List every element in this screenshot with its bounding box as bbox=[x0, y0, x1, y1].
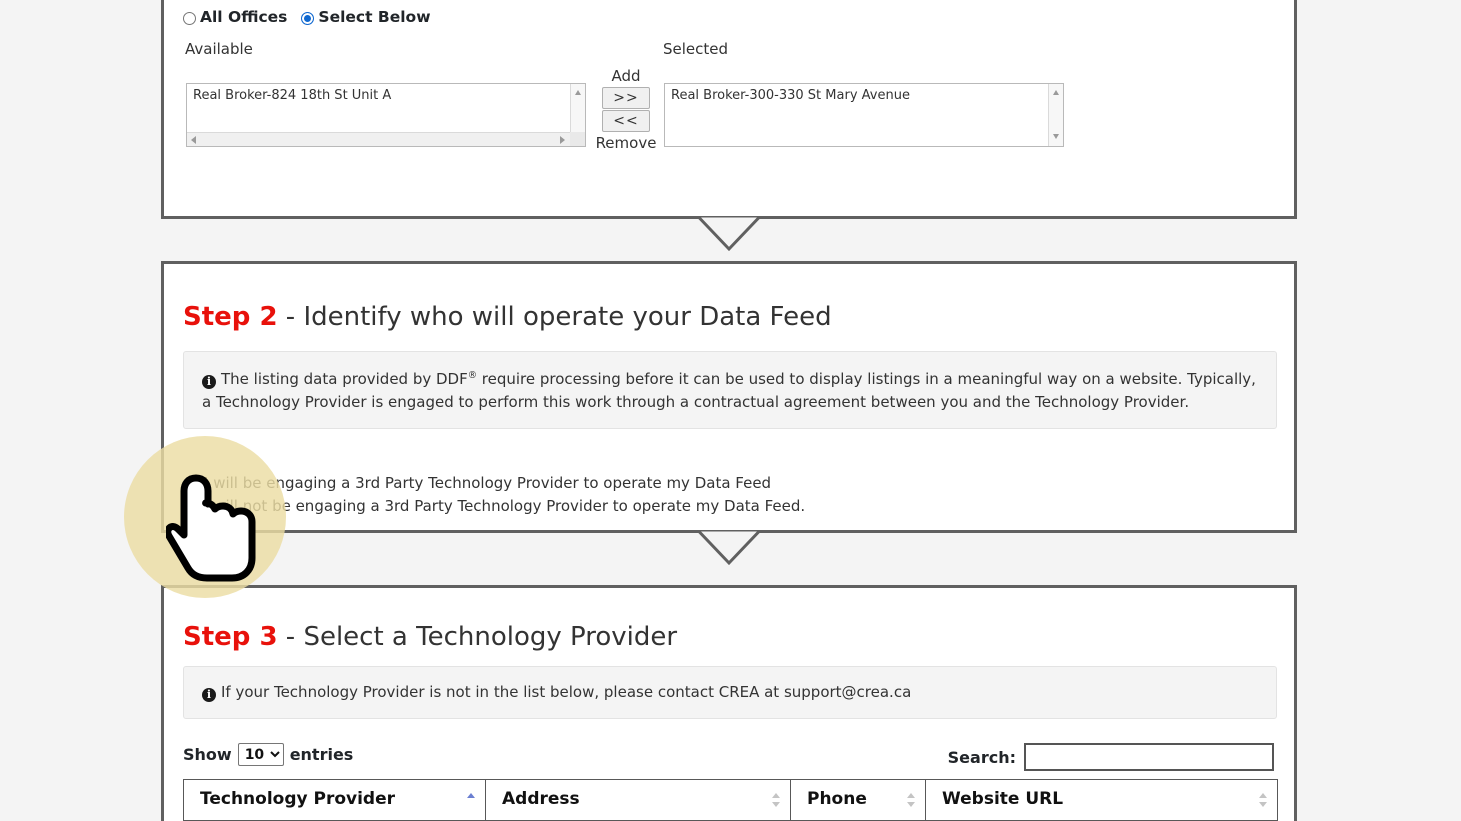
step-3-panel: Step 3 - Select a Technology Provider iI… bbox=[161, 585, 1297, 821]
radio-engage-provider[interactable] bbox=[184, 477, 197, 491]
info-icon: i bbox=[202, 688, 216, 702]
column-header-address[interactable]: Address bbox=[485, 779, 791, 821]
radio-no-provider[interactable] bbox=[184, 500, 197, 514]
scrollbar-corner bbox=[570, 132, 585, 146]
entries-label: entries bbox=[289, 745, 354, 764]
step-3-heading: Step 3 - Select a Technology Provider bbox=[183, 622, 677, 652]
step-2-heading: Step 2 - Identify who will operate your … bbox=[183, 302, 832, 332]
selected-offices-listbox[interactable]: Real Broker-300-330 St Mary Avenue bbox=[664, 83, 1064, 147]
step-2-info-box: i The listing data provided by DDF® requi… bbox=[183, 351, 1277, 429]
available-list-label: Available bbox=[185, 40, 253, 58]
radio-select-below[interactable] bbox=[301, 11, 315, 25]
step-1-panel: All Offices Select Below Available Selec… bbox=[161, 0, 1297, 219]
sort-ascending-icon bbox=[467, 792, 476, 808]
step-connector-chevron-1 bbox=[693, 216, 765, 252]
step-2-number: Step 2 bbox=[183, 302, 278, 332]
table-length-control: Show 10 entries bbox=[183, 743, 353, 766]
provider-choice-yes[interactable]: I will be engaging a 3rd Party Technolog… bbox=[184, 474, 771, 492]
office-scope-radio-group: All Offices Select Below bbox=[183, 8, 445, 26]
selected-list-label: Selected bbox=[663, 40, 729, 58]
table-search-control: Search: bbox=[948, 743, 1274, 771]
step-3-title: - Select a Technology Provider bbox=[277, 622, 678, 652]
column-label: Technology Provider bbox=[200, 789, 396, 809]
entries-per-page-select[interactable]: 10 bbox=[237, 743, 284, 766]
column-header-technology-provider[interactable]: Technology Provider bbox=[183, 779, 486, 821]
column-header-phone[interactable]: Phone bbox=[790, 779, 926, 821]
search-input[interactable] bbox=[1024, 743, 1274, 771]
technology-provider-table: Technology Provider Address Phone Websit… bbox=[183, 779, 1278, 821]
transfer-controls: Add >> << Remove bbox=[594, 66, 658, 153]
sort-toggle-icon bbox=[1259, 792, 1268, 808]
step-2-panel: Step 2 - Identify who will operate your … bbox=[161, 261, 1297, 533]
column-label: Phone bbox=[807, 789, 867, 809]
page-root: All Offices Select Below Available Selec… bbox=[0, 0, 1461, 821]
column-header-website-url[interactable]: Website URL bbox=[925, 779, 1278, 821]
add-button[interactable]: >> bbox=[602, 87, 650, 109]
list-item[interactable]: Real Broker-824 18th St Unit A bbox=[187, 84, 585, 103]
scroll-down-icon[interactable] bbox=[1049, 130, 1063, 144]
show-label: Show bbox=[183, 745, 232, 764]
step-2-title: - Identify who will operate your Data Fe… bbox=[277, 302, 832, 332]
radio-all-offices-label: All Offices bbox=[200, 8, 288, 26]
scroll-right-icon[interactable] bbox=[560, 136, 565, 144]
scroll-up-icon[interactable] bbox=[1049, 86, 1063, 100]
selected-vertical-scrollbar[interactable] bbox=[1048, 84, 1063, 146]
remove-button[interactable]: << bbox=[602, 110, 650, 132]
list-item[interactable]: Real Broker-300-330 St Mary Avenue bbox=[665, 84, 1063, 103]
step-3-number: Step 3 bbox=[183, 622, 278, 652]
sort-toggle-icon bbox=[772, 792, 781, 808]
available-horizontal-scrollbar[interactable] bbox=[187, 132, 585, 146]
table-header-row: Technology Provider Address Phone Websit… bbox=[183, 779, 1278, 821]
provider-choice-no-label: I will not be engaging a 3rd Party Techn… bbox=[204, 497, 806, 515]
scroll-up-icon[interactable] bbox=[571, 86, 585, 100]
provider-choice-no[interactable]: I will not be engaging a 3rd Party Techn… bbox=[184, 497, 805, 515]
remove-caption: Remove bbox=[595, 134, 657, 152]
step-3-info-box: i If your Technology Provider is not in t… bbox=[183, 666, 1277, 719]
step-connector-chevron-2 bbox=[693, 530, 765, 566]
scroll-left-icon[interactable] bbox=[191, 136, 196, 144]
available-offices-listbox[interactable]: Real Broker-824 18th St Unit A bbox=[186, 83, 586, 147]
step-3-info-text: If your Technology Provider is not in th… bbox=[221, 683, 912, 701]
search-label: Search: bbox=[947, 747, 1016, 767]
registered-mark: ® bbox=[467, 370, 478, 381]
radio-select-below-label: Select Below bbox=[318, 8, 431, 26]
info-icon: i bbox=[202, 375, 216, 389]
step-2-info-text-a: The listing data provided by DDF bbox=[221, 370, 468, 388]
radio-all-offices[interactable] bbox=[183, 11, 196, 25]
sort-toggle-icon bbox=[907, 792, 916, 808]
column-label: Website URL bbox=[942, 789, 1064, 809]
provider-choice-yes-label: I will be engaging a 3rd Party Technolog… bbox=[204, 474, 772, 492]
add-caption: Add bbox=[611, 67, 641, 85]
column-label: Address bbox=[502, 789, 580, 809]
